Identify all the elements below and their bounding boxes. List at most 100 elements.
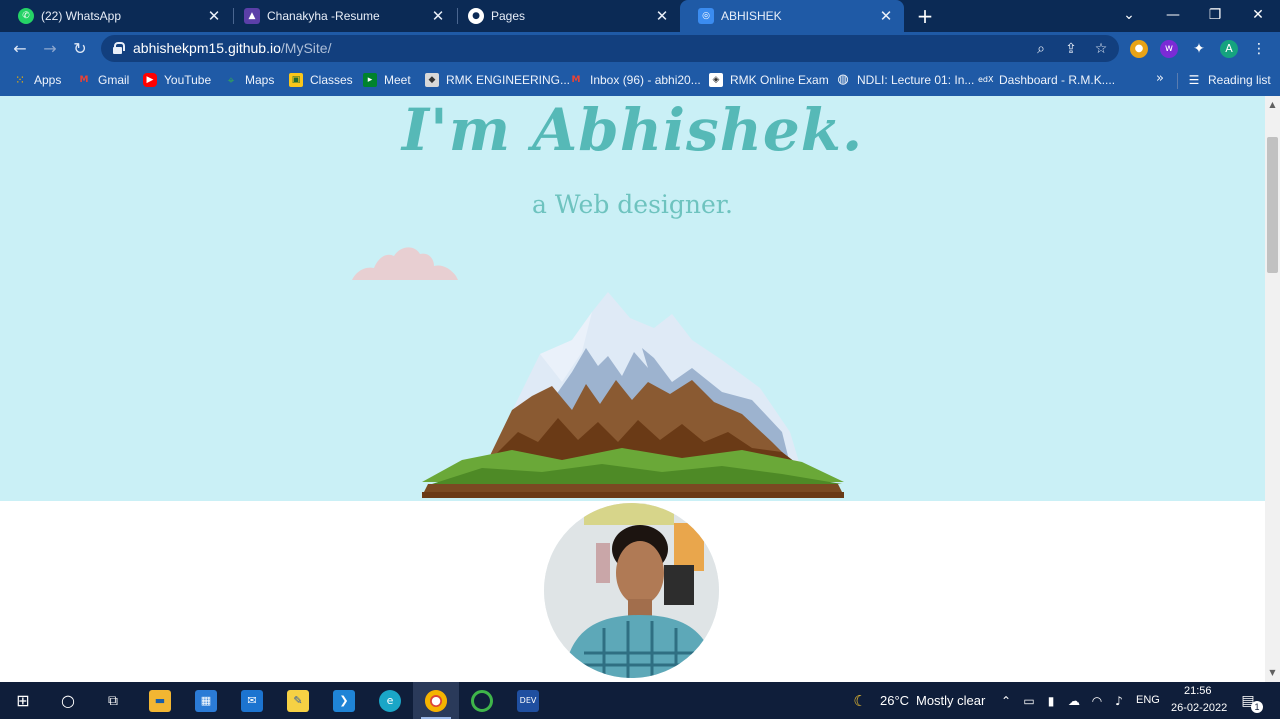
mail-button[interactable]: ✉ xyxy=(229,682,275,719)
minimize-icon[interactable]: — xyxy=(1151,0,1195,32)
zoom-icon[interactable]: ⌕ xyxy=(1031,39,1051,59)
bookmark-gmail[interactable]: M Gmail xyxy=(77,70,130,90)
more-bookmarks-icon[interactable]: » xyxy=(1156,71,1164,86)
page-headline: I'm Abhishek. xyxy=(401,96,864,164)
forward-icon[interactable]: → xyxy=(38,37,62,61)
profile-photo xyxy=(544,503,719,678)
bookmark-star-icon[interactable]: ☆ xyxy=(1091,39,1111,59)
bookmark-rmk[interactable]: ◆ RMK ENGINEERING... xyxy=(425,70,570,90)
battery-icon[interactable]: ▮ xyxy=(1043,693,1059,709)
bookmark-label: Inbox (96) - abhi20... xyxy=(590,73,701,87)
bookmark-youtube[interactable]: ▶ YouTube xyxy=(143,70,211,90)
task-view-button[interactable]: ⧉ xyxy=(90,682,136,719)
globe-icon: ◍ xyxy=(837,72,849,87)
url-host: abhishekpm15.github.io xyxy=(133,40,281,56)
scroll-thumb[interactable] xyxy=(1267,137,1278,273)
resume-icon: ▲ xyxy=(244,8,260,24)
weather-text[interactable]: Mostly clear xyxy=(916,693,985,708)
bookmark-label: RMK ENGINEERING... xyxy=(446,73,571,87)
bookmark-rmk-exam[interactable]: ◈ RMK Online Exam xyxy=(709,70,829,90)
sticky-notes-icon: ✎ xyxy=(287,689,309,712)
back-icon[interactable]: ← xyxy=(8,37,32,61)
circle-app-button[interactable] xyxy=(459,682,505,719)
bookmark-meet[interactable]: ▸ Meet xyxy=(363,70,411,90)
tab-pages[interactable]: ● Pages ✕ xyxy=(450,0,680,32)
page-scrollbar[interactable]: ▲ ▼ xyxy=(1265,96,1280,682)
rmk-icon: ◆ xyxy=(425,73,439,87)
close-icon[interactable]: ✕ xyxy=(878,8,894,24)
edge-button[interactable]: e xyxy=(367,682,413,719)
bookmark-label: Classes xyxy=(310,73,353,87)
bookmark-apps[interactable]: ⁙ Apps xyxy=(13,70,61,90)
bookmark-maps[interactable]: ⌖ Maps xyxy=(224,70,275,90)
page-viewport: I'm Abhishek. a Web designer. xyxy=(0,96,1265,682)
bookmark-label: Maps xyxy=(245,73,275,87)
close-icon[interactable]: ✕ xyxy=(654,8,670,24)
tab-label: Pages xyxy=(491,9,526,23)
onedrive-icon[interactable]: ☁ xyxy=(1066,693,1082,709)
extension-w-icon[interactable]: w xyxy=(1160,40,1178,58)
tray-chevron-icon[interactable]: ⌃ xyxy=(998,693,1014,709)
bookmark-label: YouTube xyxy=(164,73,212,87)
devc-button[interactable]: DEV xyxy=(505,682,551,719)
scroll-down-icon[interactable]: ▼ xyxy=(1268,668,1277,677)
extensions-puzzle-icon[interactable]: ✦ xyxy=(1190,40,1208,58)
tab-whatsapp[interactable]: ✆ (22) WhatsApp ✕ xyxy=(0,0,232,32)
lock-icon xyxy=(113,42,125,54)
weather-temp[interactable]: 26°C xyxy=(880,693,909,708)
bookmark-classes[interactable]: ▣ Classes xyxy=(289,70,353,90)
chrome-button[interactable]: ● xyxy=(413,682,459,719)
language-indicator[interactable]: ENG xyxy=(1136,694,1160,706)
bookmark-ndli[interactable]: ◍ NDLI: Lecture 01: In... xyxy=(836,70,974,90)
window-close-icon[interactable]: ✕ xyxy=(1236,0,1280,32)
youtube-icon: ▶ xyxy=(143,73,157,87)
page-subheadline: a Web designer. xyxy=(532,190,733,219)
new-tab-button[interactable]: + xyxy=(914,5,936,27)
address-bar[interactable]: abhishekpm15.github.io/MySite/ ⌕ ⇪ ☆ xyxy=(101,35,1119,62)
bookmark-label: Dashboard - R.M.K.... xyxy=(999,73,1116,87)
search-icon: ○ xyxy=(61,690,75,710)
exam-icon: ◈ xyxy=(709,73,723,87)
bookmarks-divider xyxy=(1177,73,1178,89)
start-button[interactable]: ⊞ xyxy=(0,682,46,719)
url-text: abhishekpm15.github.io/MySite/ xyxy=(133,40,331,56)
browser-toolbar: ← → ↻ abhishekpm15.github.io/MySite/ ⌕ ⇪… xyxy=(0,32,1280,65)
meet-now-icon[interactable]: ▭ xyxy=(1021,693,1037,709)
cloud-illustration xyxy=(352,247,458,280)
scroll-up-icon[interactable]: ▲ xyxy=(1268,100,1277,109)
reload-icon[interactable]: ↻ xyxy=(68,37,92,61)
reading-list-button[interactable]: ☰ Reading list xyxy=(1187,70,1271,90)
devc-icon: DEV xyxy=(517,689,539,712)
store-icon: ▦ xyxy=(195,689,217,712)
gmail-icon: M xyxy=(571,75,581,85)
profile-avatar[interactable]: A xyxy=(1220,40,1238,58)
bookmark-inbox[interactable]: M Inbox (96) - abhi20... xyxy=(569,70,701,90)
weather-moon-icon[interactable]: ☾ xyxy=(852,693,868,709)
classroom-icon: ▣ xyxy=(289,73,303,87)
store-button[interactable]: ▦ xyxy=(183,682,229,719)
tab-abhishek[interactable]: ◎ ABHISHEK ✕ xyxy=(680,0,904,32)
tab-resume[interactable]: ▲ Chanakyha -Resume ✕ xyxy=(226,0,456,32)
clock-time[interactable]: 21:56 xyxy=(1184,685,1212,697)
bookmark-label: Apps xyxy=(34,73,62,87)
github-icon: ● xyxy=(468,8,484,24)
bookmark-dashboard[interactable]: edX Dashboard - R.M.K.... xyxy=(978,70,1115,90)
volume-icon[interactable]: ♪ xyxy=(1111,693,1127,709)
edx-icon: edX xyxy=(978,75,994,84)
vscode-button[interactable]: ❯ xyxy=(321,682,367,719)
url-path: /MySite/ xyxy=(280,40,332,56)
bookmark-label: NDLI: Lecture 01: In... xyxy=(857,73,975,87)
file-explorer-button[interactable]: ▬ xyxy=(137,682,183,719)
clock-date[interactable]: 26-02-2022 xyxy=(1171,702,1227,714)
share-icon[interactable]: ⇪ xyxy=(1061,39,1081,59)
restore-icon[interactable]: ❐ xyxy=(1193,0,1237,32)
tab-search-icon[interactable]: ⌄ xyxy=(1107,0,1151,32)
extension-icon[interactable]: ● xyxy=(1130,40,1148,58)
wifi-icon[interactable]: ◠ xyxy=(1089,693,1105,709)
mail-icon: ✉ xyxy=(241,689,263,712)
search-button[interactable]: ○ xyxy=(45,682,91,719)
menu-icon[interactable]: ⋮ xyxy=(1250,40,1268,58)
sticky-notes-button[interactable]: ✎ xyxy=(275,682,321,719)
close-icon[interactable]: ✕ xyxy=(206,8,222,24)
close-icon[interactable]: ✕ xyxy=(430,8,446,24)
